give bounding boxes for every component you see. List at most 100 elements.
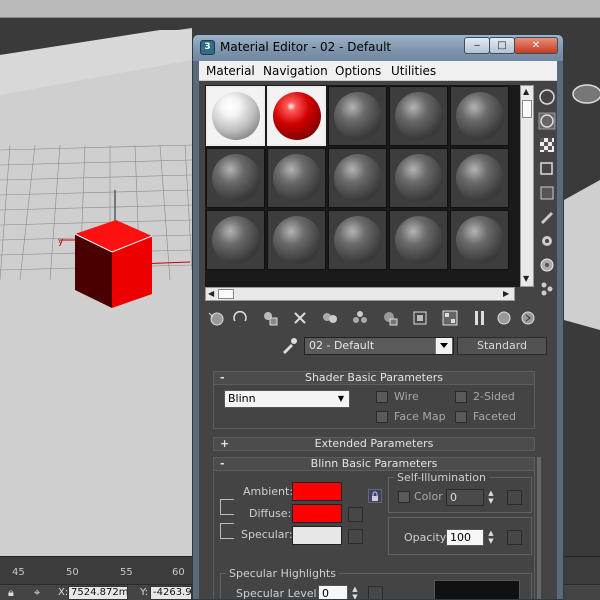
material-type-button[interactable]: Standard: [457, 337, 547, 355]
sample-slot-14[interactable]: [389, 210, 448, 270]
sample-slot-13[interactable]: [328, 210, 387, 270]
slots-horizontal-scrollbar[interactable]: ◀ ▶: [205, 287, 515, 301]
get-material-button[interactable]: [205, 307, 227, 329]
sample-type-button[interactable]: [537, 87, 557, 107]
menu-material[interactable]: Material: [206, 64, 255, 78]
sample-slot-5[interactable]: [450, 86, 509, 146]
put-to-scene-icon: [233, 311, 247, 322]
sample-slot-8[interactable]: [328, 148, 387, 208]
material-map-navigator-button[interactable]: [537, 279, 557, 299]
options-button[interactable]: [537, 231, 557, 251]
material-name-dropdown[interactable]: [435, 338, 452, 354]
menu-options[interactable]: Options: [335, 64, 381, 78]
rollout-blinn-basic[interactable]: - Blinn Basic Parameters: [213, 457, 535, 471]
background-button[interactable]: [537, 135, 557, 155]
sample-slot-1[interactable]: [206, 86, 265, 146]
specular-level-spinner[interactable]: ▲ ▼: [350, 585, 360, 599]
self-illum-spinner[interactable]: ▲ ▼: [486, 489, 496, 506]
shader-type-value: Blinn: [228, 392, 256, 405]
title-bar[interactable]: 3 Material Editor - 02 - Default ‒ □ ✕: [193, 35, 563, 61]
opacity-spinner[interactable]: ▲ ▼: [486, 529, 496, 546]
lock-icon[interactable]: 🔒︎: [8, 586, 14, 600]
menu-utilities[interactable]: Utilities: [391, 64, 436, 78]
scroll-down-icon[interactable]: ▼: [523, 274, 529, 284]
sample-slot-6[interactable]: [206, 148, 265, 208]
tiling-icon: [540, 162, 553, 175]
slots-vertical-scrollbar[interactable]: ▲ ▼: [520, 85, 534, 287]
rollout-extended[interactable]: + Extended Parameters: [213, 437, 535, 451]
go-forward-sibling-button[interactable]: [517, 307, 539, 329]
show-end-result-button[interactable]: [469, 307, 491, 329]
teapot-icon: [572, 84, 600, 104]
sample-slot-10[interactable]: [450, 148, 509, 208]
specular-level-map-button[interactable]: [368, 586, 383, 599]
sample-sphere: [212, 154, 260, 202]
faceted-checkbox[interactable]: [455, 411, 467, 423]
close-button[interactable]: ✕: [514, 37, 558, 54]
scroll-right-icon[interactable]: ▶: [503, 289, 509, 299]
sample-slot-4[interactable]: [389, 86, 448, 146]
sample-slot-3[interactable]: [328, 86, 387, 146]
video-color-check-button[interactable]: [537, 183, 557, 203]
menu-navigation[interactable]: Navigation: [263, 64, 328, 78]
material-id-channel-button[interactable]: [409, 307, 431, 329]
preview-icon: [541, 212, 553, 224]
scroll-thumb[interactable]: [218, 289, 234, 299]
opacity-map-button[interactable]: [507, 530, 522, 545]
reset-material-button[interactable]: [289, 307, 311, 329]
assign-material-button[interactable]: [259, 307, 281, 329]
sample-slot-15[interactable]: [450, 210, 509, 270]
self-illum-value-field[interactable]: 0: [446, 489, 484, 506]
highlight-curve-graph: [434, 580, 520, 599]
uv-tiling-button[interactable]: [537, 159, 557, 179]
material-editor-window[interactable]: 3 Material Editor - 02 - Default ‒ □ ✕ M…: [192, 34, 564, 600]
material-name-field[interactable]: 02 - Default: [304, 337, 454, 355]
specular-color-swatch[interactable]: [292, 526, 342, 545]
opacity-value-field[interactable]: 100: [446, 529, 484, 546]
two-sided-checkbox[interactable]: [455, 391, 467, 403]
sample-slot-2[interactable]: [267, 86, 326, 146]
eyedropper-icon: [283, 338, 297, 354]
self-illum-map-button[interactable]: [507, 490, 522, 505]
diffuse-map-button[interactable]: [348, 507, 363, 522]
sample-slot-9[interactable]: [389, 148, 448, 208]
absolute-mode-icon[interactable]: ⌖: [34, 586, 40, 600]
rollout-shader-basic[interactable]: - Shader Basic Parameters: [213, 371, 535, 385]
ambient-color-swatch[interactable]: [292, 482, 342, 501]
put-to-scene-button[interactable]: [229, 307, 251, 329]
make-unique-button[interactable]: [349, 307, 371, 329]
maximize-button[interactable]: □: [489, 37, 515, 54]
sample-slot-7[interactable]: [267, 148, 326, 208]
diffuse-color-swatch[interactable]: [292, 504, 342, 523]
rollout-scrollbar[interactable]: [537, 457, 541, 599]
scroll-left-icon[interactable]: ◀: [208, 289, 214, 299]
x-coord-field[interactable]: 7524.872m: [68, 586, 128, 600]
sample-sphere: [395, 216, 443, 264]
axis-label-y: y: [58, 237, 64, 247]
face-map-checkbox[interactable]: [376, 411, 388, 423]
diffuse-specular-lock-bracket[interactable]: [220, 523, 234, 539]
ambient-diffuse-lock-bracket[interactable]: [220, 499, 234, 515]
show-map-in-viewport-button[interactable]: [439, 307, 461, 329]
pick-material-button[interactable]: [279, 335, 299, 355]
scroll-up-icon[interactable]: ▲: [523, 87, 529, 97]
shader-type-dropdown[interactable]: Blinn ▼: [224, 390, 350, 408]
make-preview-button[interactable]: [537, 207, 557, 227]
wire-checkbox[interactable]: [376, 391, 388, 403]
sample-slot-11[interactable]: [206, 210, 265, 270]
minimize-button[interactable]: ‒: [464, 37, 490, 54]
put-to-library-button[interactable]: [379, 307, 401, 329]
scroll-thumb[interactable]: [522, 100, 532, 118]
self-illum-color-checkbox[interactable]: [398, 491, 410, 503]
self-illumination-title: Self-Illumination: [394, 471, 489, 484]
sample-slot-12[interactable]: [267, 210, 326, 270]
shader-basic-body: Blinn ▼ Wire 2-Sided Face Map Faceted: [213, 385, 535, 429]
backlight-button[interactable]: [537, 111, 557, 131]
select-by-material-button[interactable]: [537, 255, 557, 275]
copy-material-button[interactable]: [319, 307, 341, 329]
specular-map-button[interactable]: [348, 529, 363, 544]
y-coord-field[interactable]: -4263.9: [150, 586, 192, 600]
lock-icon[interactable]: [368, 489, 382, 503]
specular-level-field[interactable]: 0: [318, 585, 348, 599]
go-to-parent-button[interactable]: [493, 307, 515, 329]
